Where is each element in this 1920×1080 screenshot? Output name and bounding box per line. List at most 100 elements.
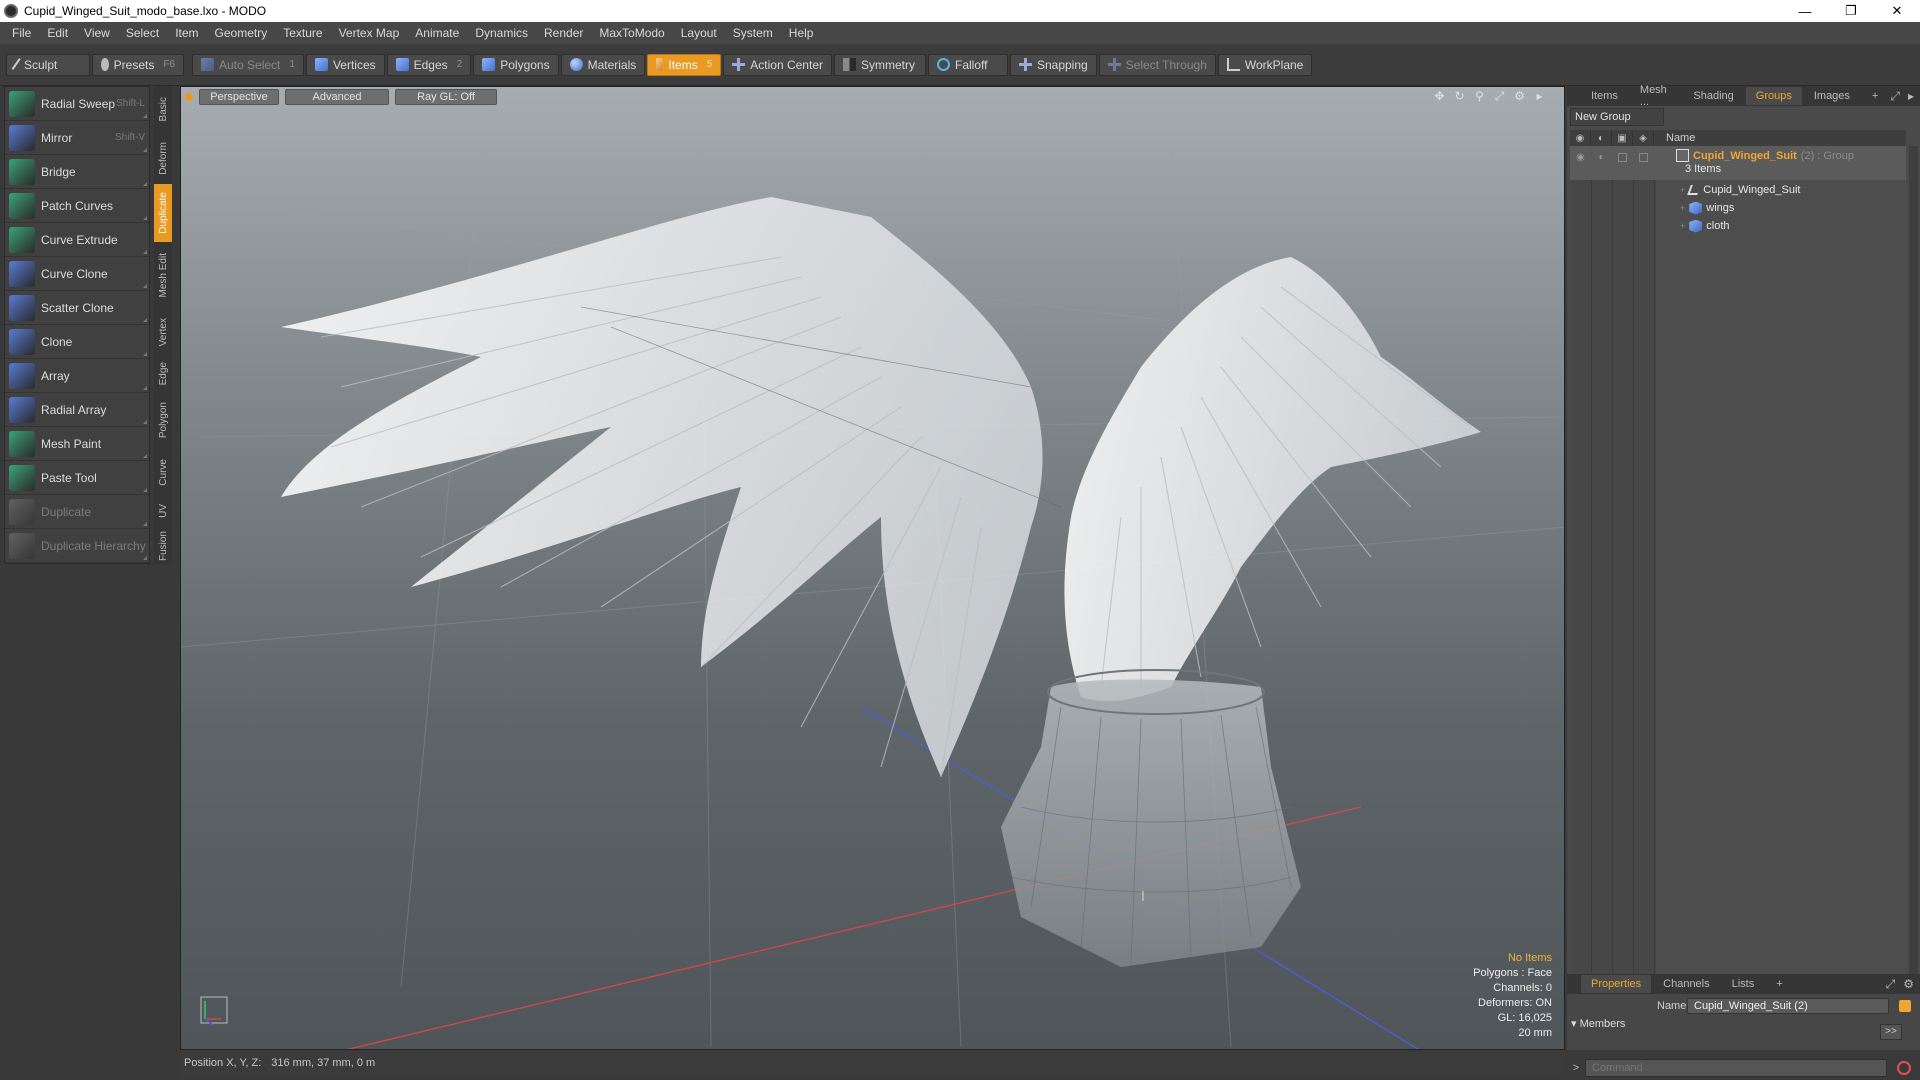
group-row[interactable]: ◉ ◐ Cupid_Winged_Suit (2) : Group 3 Item… (1570, 146, 1906, 180)
tool-duplicate[interactable]: Duplicate (5, 495, 149, 529)
group-lock-checkbox[interactable] (1618, 153, 1627, 162)
name-field[interactable]: Cupid_Winged_Suit (2) (1687, 998, 1889, 1014)
tool-array[interactable]: Array (5, 359, 149, 393)
viewport-menu-icon[interactable]: ▸ (1533, 90, 1546, 103)
menu-geometry[interactable]: Geometry (207, 22, 276, 44)
tab-shading[interactable]: Shading (1683, 87, 1743, 105)
rotate-icon[interactable]: ↻ (1453, 90, 1466, 103)
viewport-options-dot[interactable] (185, 93, 193, 101)
command-input[interactable] (1585, 1059, 1887, 1077)
tab-groups[interactable]: Groups (1745, 87, 1802, 105)
expand-panel-icon[interactable]: ⤢ (1890, 89, 1900, 104)
menu-system[interactable]: System (725, 22, 781, 44)
select-header-icon[interactable]: ◈ (1633, 130, 1654, 146)
tool-mirror[interactable]: Mirror Shift-V (5, 121, 149, 155)
menu-render[interactable]: Render (536, 22, 591, 44)
group-render-icon[interactable]: ◐ (1596, 152, 1607, 163)
auto-select-button[interactable]: Auto Select 1 (192, 53, 304, 76)
close-button[interactable]: ✕ (1874, 0, 1920, 22)
tab-items[interactable]: Items (1581, 87, 1628, 105)
viewport-settings-icon[interactable]: ⚙ (1513, 90, 1526, 103)
lock-header-icon[interactable]: ▣ (1612, 130, 1633, 146)
polygons-button[interactable]: Polygons (473, 53, 559, 76)
sculpt-button[interactable]: Sculpt (6, 53, 90, 76)
menu-help[interactable]: Help (781, 22, 822, 44)
render-header-icon[interactable]: ◐ (1591, 130, 1612, 146)
tool-duplicate-hierarchy[interactable]: Duplicate Hierarchy (5, 529, 149, 563)
minimize-button[interactable]: — (1782, 0, 1828, 22)
tool-radial-array[interactable]: Radial Array (5, 393, 149, 427)
vtab-basic[interactable]: Basic (154, 86, 172, 132)
props-expand-icon[interactable]: ⤢ (1886, 977, 1896, 992)
new-group-button[interactable]: New Group (1570, 108, 1664, 126)
tool-patch-curves[interactable]: Patch Curves (5, 189, 149, 223)
group-select-checkbox[interactable] (1639, 153, 1648, 162)
tool-curve-extrude[interactable]: Curve Extrude (5, 223, 149, 257)
record-macro-icon[interactable] (1897, 1061, 1911, 1075)
tree-item-cloth[interactable]: + cloth (1570, 217, 1906, 235)
tool-clone[interactable]: Clone (5, 325, 149, 359)
menu-edit[interactable]: Edit (39, 22, 76, 44)
materials-button[interactable]: Materials (560, 53, 646, 76)
fit-icon[interactable]: ⤢ (1493, 90, 1506, 103)
tool-radial-sweep[interactable]: Radial Sweep Shift-L (5, 87, 149, 121)
add-tab-icon[interactable]: + (1862, 87, 1888, 105)
advanced-tab[interactable]: Advanced (285, 89, 389, 105)
menu-vertex-map[interactable]: Vertex Map (331, 22, 408, 44)
tab-lists[interactable]: Lists (1722, 975, 1765, 993)
vtab-mesh-edit[interactable]: Mesh Edit (154, 242, 172, 308)
tree-item-wings[interactable]: + wings (1570, 199, 1906, 217)
menu-file[interactable]: File (4, 22, 39, 44)
action-center-button[interactable]: Action Center (723, 53, 832, 76)
menu-maxtomodo[interactable]: MaxToModo (591, 22, 672, 44)
tool-bridge[interactable]: Bridge (5, 155, 149, 189)
members-section[interactable]: ▾ Members (1571, 1017, 1625, 1030)
props-settings-icon[interactable]: ⚙ (1903, 977, 1914, 992)
vtab-deform[interactable]: Deform (154, 132, 172, 184)
tab-images[interactable]: Images (1804, 87, 1860, 105)
edges-button[interactable]: Edges 2 (386, 53, 472, 76)
tree-item-cupid-winged-suit[interactable]: + Cupid_Winged_Suit (1570, 181, 1906, 199)
snapping-button[interactable]: Snapping (1009, 53, 1097, 76)
add-props-tab-icon[interactable]: + (1766, 975, 1792, 993)
tool-paste-tool[interactable]: Paste Tool (5, 461, 149, 495)
panel-menu-icon[interactable]: ▸ (1908, 89, 1914, 104)
tab-channels[interactable]: Channels (1653, 975, 1719, 993)
menu-select[interactable]: Select (118, 22, 167, 44)
workplane-button[interactable]: WorkPlane (1217, 53, 1313, 76)
menu-texture[interactable]: Texture (275, 22, 330, 44)
menu-dynamics[interactable]: Dynamics (467, 22, 536, 44)
zoom-icon[interactable]: ⚲ (1473, 90, 1486, 103)
presets-button[interactable]: Presets F6 (92, 53, 184, 76)
menu-animate[interactable]: Animate (407, 22, 467, 44)
tool-mesh-paint[interactable]: Mesh Paint (5, 427, 149, 461)
select-through-button[interactable]: Select Through (1098, 53, 1216, 76)
groups-scrollbar[interactable] (1909, 146, 1918, 982)
tool-scatter-clone[interactable]: Scatter Clone (5, 291, 149, 325)
command-history-icon[interactable]: > (1567, 1062, 1585, 1074)
members-more-button[interactable]: >> (1880, 1024, 1902, 1040)
vtab-duplicate[interactable]: Duplicate (154, 184, 172, 242)
vertices-button[interactable]: Vertices (305, 53, 385, 76)
items-button[interactable]: Items 5 (647, 53, 722, 76)
raygl-tab[interactable]: Ray GL: Off (395, 89, 497, 105)
name-column-header[interactable]: Name (1654, 132, 1695, 144)
group-visibility-icon[interactable]: ◉ (1575, 152, 1586, 163)
menu-item[interactable]: Item (167, 22, 206, 44)
vtab-fusion[interactable]: Fusion (154, 526, 172, 566)
perspective-tab[interactable]: Perspective (199, 89, 279, 105)
tab-mesh[interactable]: Mesh ... (1630, 84, 1681, 108)
group-color-swatch[interactable] (1899, 1000, 1911, 1012)
3d-viewport[interactable]: Perspective Advanced Ray GL: Off ✥ ↻ ⚲ ⤢… (180, 86, 1565, 1050)
vtab-edge[interactable]: Edge (154, 356, 172, 392)
menu-view[interactable]: View (76, 22, 118, 44)
vtab-vertex[interactable]: Vertex (154, 308, 172, 356)
tab-properties[interactable]: Properties (1581, 975, 1652, 993)
falloff-button[interactable]: Falloff (927, 53, 1008, 76)
pan-icon[interactable]: ✥ (1433, 90, 1446, 103)
vtab-uv[interactable]: UV (154, 496, 172, 526)
menu-layout[interactable]: Layout (673, 22, 725, 44)
vtab-polygon[interactable]: Polygon (154, 392, 172, 448)
vtab-curve[interactable]: Curve (154, 448, 172, 496)
visibility-header-icon[interactable]: ◉ (1570, 130, 1591, 146)
